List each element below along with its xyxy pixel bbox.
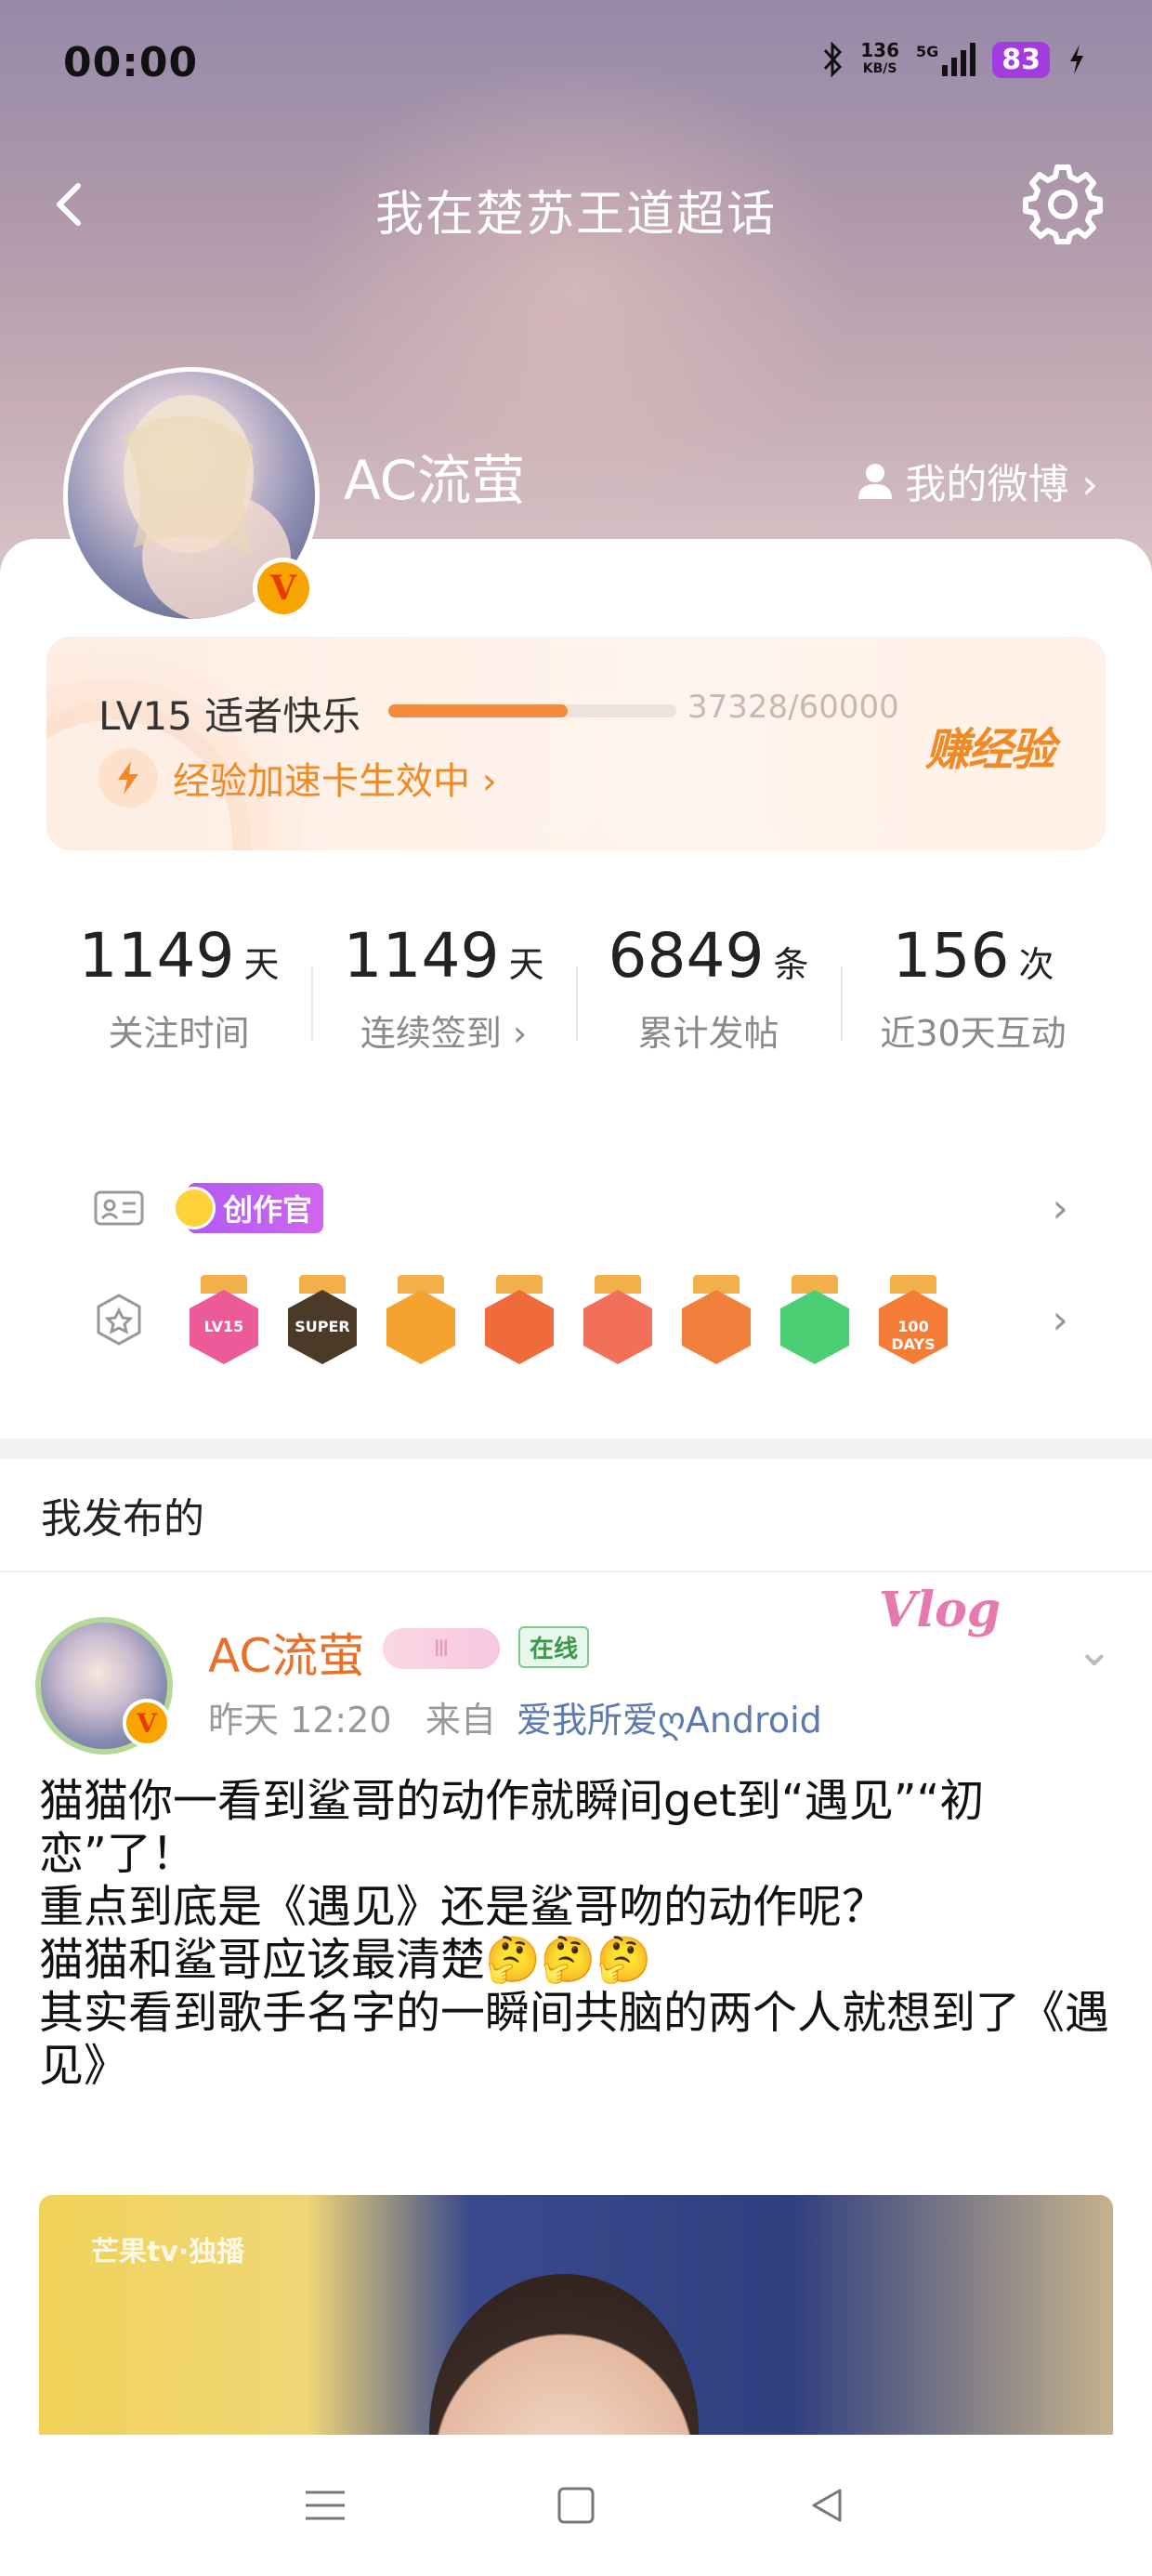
post-verified-badge: V bbox=[123, 1699, 171, 1747]
medals-row[interactable]: LV15 SUPER 100 DAYS › bbox=[93, 1264, 1068, 1375]
username: AC流萤 bbox=[344, 449, 526, 512]
network-speed: 136 KB/S bbox=[860, 39, 899, 76]
stat-checkin-days[interactable]: 1149 天 连续签到 › bbox=[311, 883, 576, 1087]
medal-text: LV15 bbox=[203, 1318, 244, 1335]
stats-row: 1149 天 关注时间 1149 天 连续签到 › 6849 条 累计发帖 156 次 … bbox=[46, 883, 1106, 1087]
stat-unit: 天 bbox=[508, 944, 544, 985]
boost-card-link[interactable]: 经验加速卡生效中 › bbox=[98, 748, 497, 808]
medal-text: SUPER bbox=[295, 1318, 350, 1335]
signal-icon: 5G bbox=[916, 43, 976, 76]
top-nav: 我在楚苏王道超话 bbox=[0, 158, 1152, 251]
post-line: 其实看到歌手名字的一瞬间共脑的两个人就想到了《遇见》 bbox=[39, 1987, 1110, 2092]
home-icon[interactable] bbox=[543, 2473, 609, 2538]
medal-shape bbox=[386, 1290, 455, 1364]
battery-indicator: 83 bbox=[992, 41, 1050, 78]
level-progress-text: 37328/60000 bbox=[687, 689, 899, 726]
menu-icon[interactable] bbox=[293, 2473, 358, 2538]
chevron-right-icon: › bbox=[1052, 1184, 1068, 1232]
creator-row[interactable]: 创作官 › bbox=[93, 1171, 1068, 1245]
level-progress-fill bbox=[388, 704, 568, 717]
section-title: 我发布的 bbox=[41, 1495, 204, 1543]
cat-medal[interactable] bbox=[582, 1275, 654, 1364]
post-meta: 昨天 12:20 来自 爱我所爱ღAndroid bbox=[208, 1691, 822, 1742]
my-weibo-label: 我的微博 › bbox=[905, 461, 1098, 508]
system-nav-bar bbox=[0, 2435, 1152, 2576]
image-watermark: 芒果tv·独播 bbox=[91, 2236, 245, 2268]
id-card-icon bbox=[94, 1190, 144, 1226]
page-title: 我在楚苏王道超话 bbox=[374, 187, 777, 243]
medal-list: LV15 SUPER 100 DAYS bbox=[145, 1275, 949, 1364]
post-time: 昨天 12:20 bbox=[208, 1700, 392, 1741]
charging-icon bbox=[1070, 45, 1083, 74]
stat-label: 累计发帖 bbox=[637, 1013, 779, 1054]
stat-label: 连续签到 › bbox=[360, 1013, 528, 1054]
level-panel[interactable]: LV15 适者快乐 37328/60000 经验加速卡生效中 › 赚经验 bbox=[46, 637, 1106, 850]
medal-shape bbox=[485, 1290, 554, 1364]
chevron-right-icon: › bbox=[1052, 1295, 1068, 1344]
creator-emoji-icon bbox=[173, 1187, 216, 1229]
stat-interactions: 156 次 近30天互动 bbox=[841, 883, 1106, 1087]
section-divider bbox=[0, 1439, 1152, 1459]
crown-medal[interactable] bbox=[385, 1275, 457, 1364]
level-label: LV15 适者快乐 bbox=[98, 693, 361, 739]
stat-follow-days: 1149 天 关注时间 bbox=[46, 883, 311, 1087]
badges-panel: 创作官 › LV15 SUPER 100 DAYS › bbox=[46, 1124, 1106, 1403]
post-line: 猫猫你一看到鲨哥的动作就瞬间get到“遇见”“初恋”了！ bbox=[39, 1775, 985, 1880]
verified-badge: V bbox=[253, 558, 314, 619]
stat-unit: 天 bbox=[243, 944, 280, 985]
post-line: 猫猫和鲨哥应该最清楚🤔🤔🤔 bbox=[39, 1934, 652, 1986]
lightning-icon bbox=[98, 748, 158, 808]
vlog-sticker: Vlog bbox=[879, 1582, 1001, 1638]
medal-shape bbox=[780, 1290, 849, 1364]
post-author-name[interactable]: AC流萤 bbox=[208, 1619, 364, 1686]
super-medal[interactable]: SUPER bbox=[286, 1275, 359, 1364]
stat-value: 156 bbox=[892, 920, 1010, 992]
days-medal[interactable]: 100 DAYS bbox=[877, 1275, 949, 1364]
post-body[interactable]: 猫猫你一看到鲨哥的动作就瞬间get到“遇见”“初恋”了！ 重点到底是《遇见》还是… bbox=[39, 1775, 1117, 2093]
medal-shape bbox=[682, 1290, 751, 1364]
post-menu-chevron-icon[interactable]: ⌄ bbox=[1076, 1624, 1113, 1676]
back-triangle-icon[interactable] bbox=[794, 2473, 859, 2538]
stat-label: 关注时间 bbox=[108, 1013, 250, 1054]
creator-badge[interactable]: 创作官 bbox=[173, 1183, 324, 1233]
stat-unit: 条 bbox=[773, 944, 809, 985]
medal-text: 100 DAYS bbox=[891, 1318, 936, 1353]
stat-unit: 次 bbox=[1018, 944, 1054, 985]
settings-gear-icon[interactable] bbox=[1020, 162, 1106, 247]
post-from: 来自 bbox=[425, 1700, 496, 1741]
my-posts-section: 我发布的 V AC流萤 Ⅲ 在线 Vlog ⌄ 昨天 12:20 来自 爱我所爱… bbox=[0, 1459, 1152, 2576]
hand-medal[interactable] bbox=[779, 1275, 851, 1364]
stat-value: 1149 bbox=[343, 920, 500, 992]
stat-value: 1149 bbox=[78, 920, 235, 992]
online-badge: 在线 bbox=[518, 1626, 590, 1668]
boost-label: 经验加速卡生效中 › bbox=[173, 760, 497, 803]
lv15-medal[interactable]: LV15 bbox=[188, 1275, 260, 1364]
status-bar: 00:00 136 KB/S 5G 83 bbox=[0, 0, 1152, 139]
status-time: 00:00 bbox=[63, 39, 199, 86]
stat-label: 近30天互动 bbox=[880, 1013, 1067, 1054]
divider-line bbox=[0, 1571, 1152, 1572]
post-line: 重点到底是《遇见》还是鲨哥吻的动作呢？ bbox=[39, 1881, 887, 1933]
medal-shape bbox=[583, 1290, 652, 1364]
creator-label: 创作官 bbox=[223, 1192, 313, 1228]
stat-value: 6849 bbox=[608, 920, 765, 992]
fox-medal-2[interactable] bbox=[680, 1275, 753, 1364]
status-icons: 136 KB/S 5G 83 bbox=[821, 41, 1087, 78]
fox-medal-1[interactable] bbox=[483, 1275, 556, 1364]
level-progress-bar bbox=[388, 704, 676, 717]
user-icon bbox=[858, 464, 893, 499]
post-source[interactable]: 爱我所爱ღAndroid bbox=[517, 1700, 822, 1741]
vip-badge: Ⅲ bbox=[383, 1628, 500, 1669]
stat-posts: 6849 条 累计发帖 bbox=[576, 883, 841, 1087]
my-weibo-link[interactable]: 我的微博 › bbox=[855, 451, 1098, 510]
bluetooth-icon bbox=[824, 41, 843, 78]
earn-exp-button[interactable]: 赚经验 bbox=[925, 713, 1055, 778]
medal-outline-icon bbox=[97, 1294, 141, 1346]
